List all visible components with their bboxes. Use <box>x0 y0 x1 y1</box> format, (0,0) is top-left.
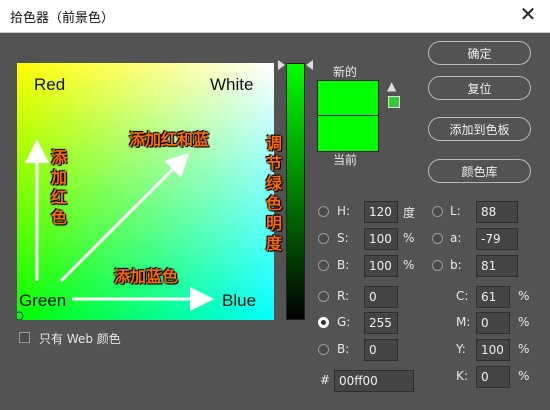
a-input[interactable]: -79 <box>476 228 518 250</box>
add-to-swatches-button[interactable]: 添加到色板 <box>428 117 531 141</box>
s-input[interactable]: 100 <box>364 228 398 250</box>
g-input[interactable]: 255 <box>364 312 398 334</box>
radio-h[interactable] <box>318 206 329 217</box>
close-icon[interactable]: ✕ <box>518 4 538 24</box>
color-picker-dialog: Red White Green Blue 添加红和蓝 添加红色 添加蓝色 调节绿… <box>0 33 550 410</box>
r-label: R: <box>337 289 350 303</box>
hex-label: # <box>320 373 331 387</box>
current-color-label: 当前 <box>333 153 358 167</box>
new-color-swatch <box>317 80 379 117</box>
lab-b-input[interactable]: 81 <box>476 255 518 277</box>
m-label: M: <box>456 315 471 329</box>
color-field[interactable]: Red White Green Blue 添加红和蓝 添加红色 添加蓝色 <box>17 63 274 320</box>
radio-l[interactable] <box>432 206 443 217</box>
slider-right-marker[interactable] <box>306 60 313 70</box>
k-label: K: <box>456 369 468 383</box>
reset-button[interactable]: 复位 <box>428 76 531 100</box>
c-input[interactable]: 61 <box>476 286 510 308</box>
rgb-b-label: B: <box>337 342 350 356</box>
annotation-add-blue: 添加蓝色 <box>114 267 179 286</box>
title-bar: 拾色器（前景色） ✕ <box>0 0 550 33</box>
out-of-gamut-warning-icon[interactable]: ▲ <box>387 79 396 93</box>
k-input[interactable]: 0 <box>476 366 510 388</box>
new-color-label: 新的 <box>333 65 358 79</box>
hex-input[interactable]: 00ff00 <box>334 370 414 392</box>
rgb-b-input[interactable]: 0 <box>364 339 398 361</box>
slider-left-marker[interactable] <box>278 60 285 70</box>
lab-b-label: b: <box>450 258 462 272</box>
r-input[interactable]: 0 <box>364 286 398 308</box>
annotation-add-red-blue: 添加红和蓝 <box>129 130 210 149</box>
s-unit: % <box>403 231 415 245</box>
k-unit: % <box>518 369 530 383</box>
c-unit: % <box>518 289 530 303</box>
web-only-label[interactable]: 只有 Web 颜色 <box>39 330 121 347</box>
picker-cursor <box>17 311 24 320</box>
a-label: a: <box>450 231 462 245</box>
color-libraries-button[interactable]: 颜色库 <box>428 159 531 183</box>
green-slider[interactable] <box>286 63 305 320</box>
brightness-label: B: <box>337 258 350 272</box>
current-color-swatch[interactable] <box>317 115 379 152</box>
l-label: L: <box>450 204 461 218</box>
m-unit: % <box>518 315 530 329</box>
y-input[interactable]: 100 <box>476 339 510 361</box>
g-label: G: <box>337 315 351 329</box>
ok-button[interactable]: 确定 <box>428 41 531 65</box>
web-safe-swatch[interactable] <box>388 96 400 108</box>
annotation-add-red: 添加红色 <box>50 148 67 227</box>
s-label: S: <box>337 231 349 245</box>
radio-brightness[interactable] <box>318 260 329 271</box>
m-input[interactable]: 0 <box>476 312 510 334</box>
h-unit: 度 <box>403 206 416 220</box>
radio-g[interactable] <box>318 317 329 328</box>
l-input[interactable]: 88 <box>476 201 518 223</box>
radio-a[interactable] <box>432 233 443 244</box>
y-label: Y: <box>456 342 466 356</box>
c-label: C: <box>456 289 469 303</box>
annotation-green-lightness: 调节绿色明度 <box>265 134 282 253</box>
radio-rgb-b[interactable] <box>318 344 329 355</box>
window-title: 拾色器（前景色） <box>10 11 115 26</box>
radio-r[interactable] <box>318 291 329 302</box>
h-label: H: <box>337 204 351 218</box>
brightness-unit: % <box>403 258 415 272</box>
brightness-input[interactable]: 100 <box>364 255 398 277</box>
y-unit: % <box>518 342 530 356</box>
radio-lab-b[interactable] <box>432 260 443 271</box>
h-input[interactable]: 120 <box>364 201 398 223</box>
radio-s[interactable] <box>318 233 329 244</box>
web-only-checkbox[interactable] <box>19 332 30 343</box>
